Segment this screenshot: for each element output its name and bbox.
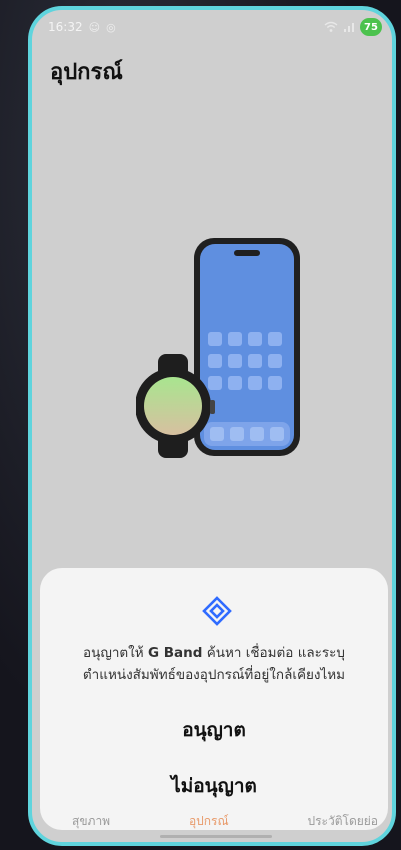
battery-badge: 75 xyxy=(360,18,382,36)
page-title: อุปกรณ์ xyxy=(50,60,123,85)
device-illustration xyxy=(136,238,300,458)
nav-devices[interactable]: อุปกรณ์ xyxy=(189,808,229,831)
status-bar: 16:32 ☺ ◎ 75 xyxy=(32,10,392,44)
permission-message: อนุญาตให้ G Band ค้นหา เชื่อมต่อ และระบุ… xyxy=(60,642,368,686)
nav-summary[interactable]: ประวัติโดยย่อ xyxy=(307,808,378,831)
vpn-icon: ◎ xyxy=(106,20,116,34)
signal-icon xyxy=(344,23,354,32)
nav-health[interactable]: สุขภาพ xyxy=(72,808,110,831)
home-indicator xyxy=(160,835,272,838)
deny-button[interactable]: ไม่อนุญาต xyxy=(60,766,368,806)
permission-dialog: อนุญาตให้ G Band ค้นหา เชื่อมต่อ และระบุ… xyxy=(40,568,388,830)
face-icon: ☺ xyxy=(88,20,101,34)
message-prefix: อนุญาตให้ xyxy=(82,645,148,661)
nearby-diamond-icon xyxy=(202,596,232,626)
status-time: 16:32 xyxy=(48,20,83,34)
wifi-icon xyxy=(324,21,338,32)
status-left: 16:32 ☺ ◎ xyxy=(48,20,116,34)
app-name: G Band xyxy=(147,645,203,661)
allow-button[interactable]: อนุญาต xyxy=(60,710,368,750)
status-right: 75 xyxy=(324,18,382,36)
phone-screen: 16:32 ☺ ◎ 75 อุปกรณ์ อนุญาตให้ G Band ค้… xyxy=(28,6,396,846)
